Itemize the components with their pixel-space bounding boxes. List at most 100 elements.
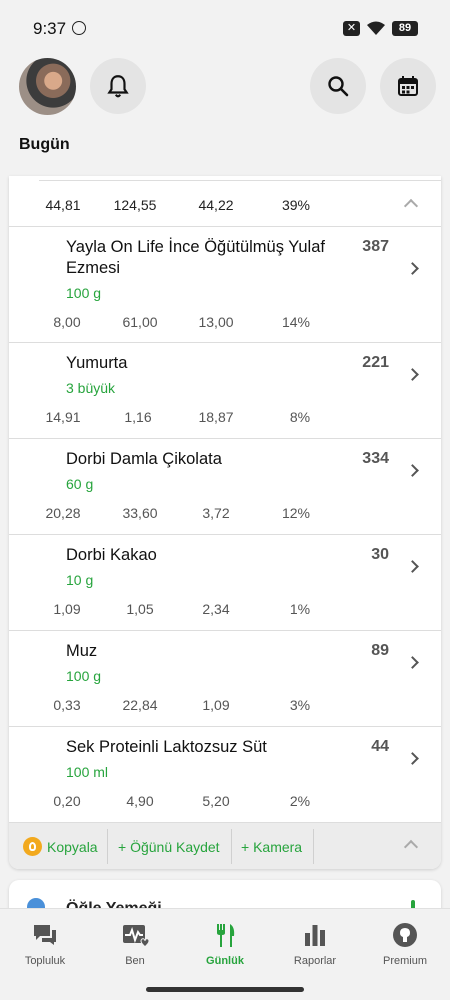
bar-chart-icon — [305, 925, 325, 946]
nav-label: Raporlar — [293, 955, 337, 967]
avatar[interactable] — [19, 58, 76, 115]
food-name: Yumurta — [66, 354, 128, 372]
divider — [231, 829, 232, 864]
nav-item-premium[interactable]: Premium — [360, 909, 450, 981]
battery-icon: 89 — [392, 21, 418, 36]
meal-card: 44,81 124,55 44,22 39% Yayla On Life İnc… — [9, 176, 441, 869]
search-icon — [328, 76, 349, 97]
food-item[interactable]: Sek Proteinli Laktozsuz Süt 100 ml 44 0,… — [9, 727, 441, 822]
food-calories: 334 — [362, 450, 389, 467]
food-fat: 1,09 — [53, 601, 81, 617]
summary-percent: 39% — [281, 197, 311, 213]
food-name: Muz — [66, 642, 98, 660]
divider — [107, 829, 108, 864]
save-meal-label: + Öğünü Kaydet — [118, 838, 220, 855]
divider — [313, 829, 314, 864]
food-calories: 44 — [371, 738, 389, 755]
food-fat: 14,91 — [45, 409, 81, 425]
food-name: Dorbi Damla Çikolata — [66, 450, 222, 468]
summary-fat: 44,81 — [45, 197, 81, 213]
food-item[interactable]: Dorbi Damla Çikolata 60 g 334 20,28 33,6… — [9, 439, 441, 535]
food-percent: 3% — [289, 697, 311, 713]
food-fat: 20,28 — [45, 505, 81, 521]
calendar-icon — [398, 76, 418, 96]
collapse-chevron-icon[interactable] — [403, 198, 419, 214]
heartbeat-icon — [123, 925, 149, 948]
search-button[interactable] — [310, 58, 366, 114]
nav-item-raporlar[interactable]: Raporlar — [270, 909, 360, 981]
food-item[interactable]: Muz 100 g 89 0,33 22,84 1,09 3% — [9, 631, 441, 727]
meal-actions-bar: Kopyala + Öğünü Kaydet + Kamera — [9, 822, 441, 869]
wifi-icon — [367, 21, 385, 35]
food-calories: 30 — [371, 546, 389, 563]
food-carbs: 1,05 — [126, 601, 154, 617]
chevron-right-icon — [406, 656, 419, 669]
chat-icon — [34, 925, 56, 945]
camera-button[interactable]: + Kamera — [241, 823, 302, 869]
food-quantity: 3 büyük — [66, 380, 116, 396]
food-name: Sek Proteinli Laktozsuz Süt — [66, 738, 267, 756]
summary-protein: 44,22 — [198, 197, 234, 213]
food-quantity: 100 ml — [66, 764, 109, 780]
food-calories: 89 — [371, 642, 389, 659]
bottom-nav: Topluluk Ben Günlük Raporlar Premium — [0, 908, 450, 980]
chevron-right-icon — [406, 560, 419, 573]
chevron-right-icon — [406, 464, 419, 477]
food-quantity: 60 g — [66, 476, 94, 492]
food-protein: 5,20 — [202, 793, 230, 809]
notification-button[interactable] — [90, 58, 146, 114]
nav-label: Premium — [382, 955, 427, 967]
food-percent: 12% — [281, 505, 311, 521]
nav-item-ben[interactable]: Ben — [90, 909, 180, 981]
nav-item-topluluk[interactable]: Topluluk — [0, 909, 90, 981]
nav-label: Ben — [125, 955, 145, 967]
food-name: Yayla On Life İnce Öğütülmüş Yulaf Ezmes… — [66, 238, 325, 277]
save-meal-button[interactable]: + Öğünü Kaydet — [118, 823, 220, 869]
status-time: 9:37 — [33, 19, 67, 38]
food-protein: 18,87 — [198, 409, 234, 425]
food-protein: 3,72 — [202, 505, 230, 521]
home-indicator[interactable] — [146, 987, 304, 992]
food-name: Dorbi Kakao — [66, 546, 157, 564]
food-carbs: 61,00 — [122, 314, 158, 330]
whatsapp-icon — [72, 21, 86, 35]
status-icons: ✕ 89 — [343, 21, 418, 36]
nav-label: Günlük — [206, 955, 244, 967]
food-quantity: 10 g — [66, 572, 94, 588]
food-item[interactable]: Yayla On Life İnce Öğütülmüş Yulaf Ezmes… — [9, 227, 441, 343]
chevron-right-icon — [406, 368, 419, 381]
summary-carbs: 124,55 — [113, 197, 157, 213]
collapse-chevron-icon[interactable] — [403, 839, 419, 855]
food-protein: 13,00 — [198, 314, 234, 330]
chevron-right-icon — [406, 752, 419, 765]
food-percent: 8% — [289, 409, 311, 425]
food-carbs: 1,16 — [124, 409, 152, 425]
food-protein: 2,34 — [202, 601, 230, 617]
status-bar: 9:37 ✕ 89 — [0, 0, 450, 56]
food-carbs: 22,84 — [122, 697, 158, 713]
food-item[interactable]: Dorbi Kakao 10 g 30 1,09 1,05 2,34 1% — [9, 535, 441, 631]
food-protein: 1,09 — [202, 697, 230, 713]
sun-icon — [27, 898, 45, 908]
food-carbs: 4,90 — [126, 793, 154, 809]
meal-summary-row[interactable]: 44,81 124,55 44,22 39% — [9, 176, 441, 227]
food-fat: 0,33 — [53, 697, 81, 713]
premium-coin-icon — [23, 837, 42, 856]
chevron-right-icon — [406, 262, 419, 275]
fork-knife-icon — [217, 924, 235, 947]
nav-item-gunluk[interactable]: Günlük — [180, 909, 270, 981]
nav-label: Topluluk — [24, 955, 66, 967]
food-quantity: 100 g — [66, 285, 102, 301]
food-quantity: 100 g — [66, 668, 102, 684]
food-percent: 1% — [289, 601, 311, 617]
page-title: Bugün — [19, 136, 70, 153]
bell-icon — [107, 75, 129, 98]
food-fat: 8,00 — [53, 314, 81, 330]
copy-label: Kopyala — [47, 838, 98, 855]
premium-icon — [393, 923, 417, 947]
food-carbs: 33,60 — [122, 505, 158, 521]
food-item[interactable]: Yumurta 3 büyük 221 14,91 1,16 18,87 8% — [9, 343, 441, 439]
copy-button[interactable]: Kopyala — [23, 823, 98, 869]
food-calories: 221 — [362, 354, 389, 371]
calendar-button[interactable] — [380, 58, 436, 114]
